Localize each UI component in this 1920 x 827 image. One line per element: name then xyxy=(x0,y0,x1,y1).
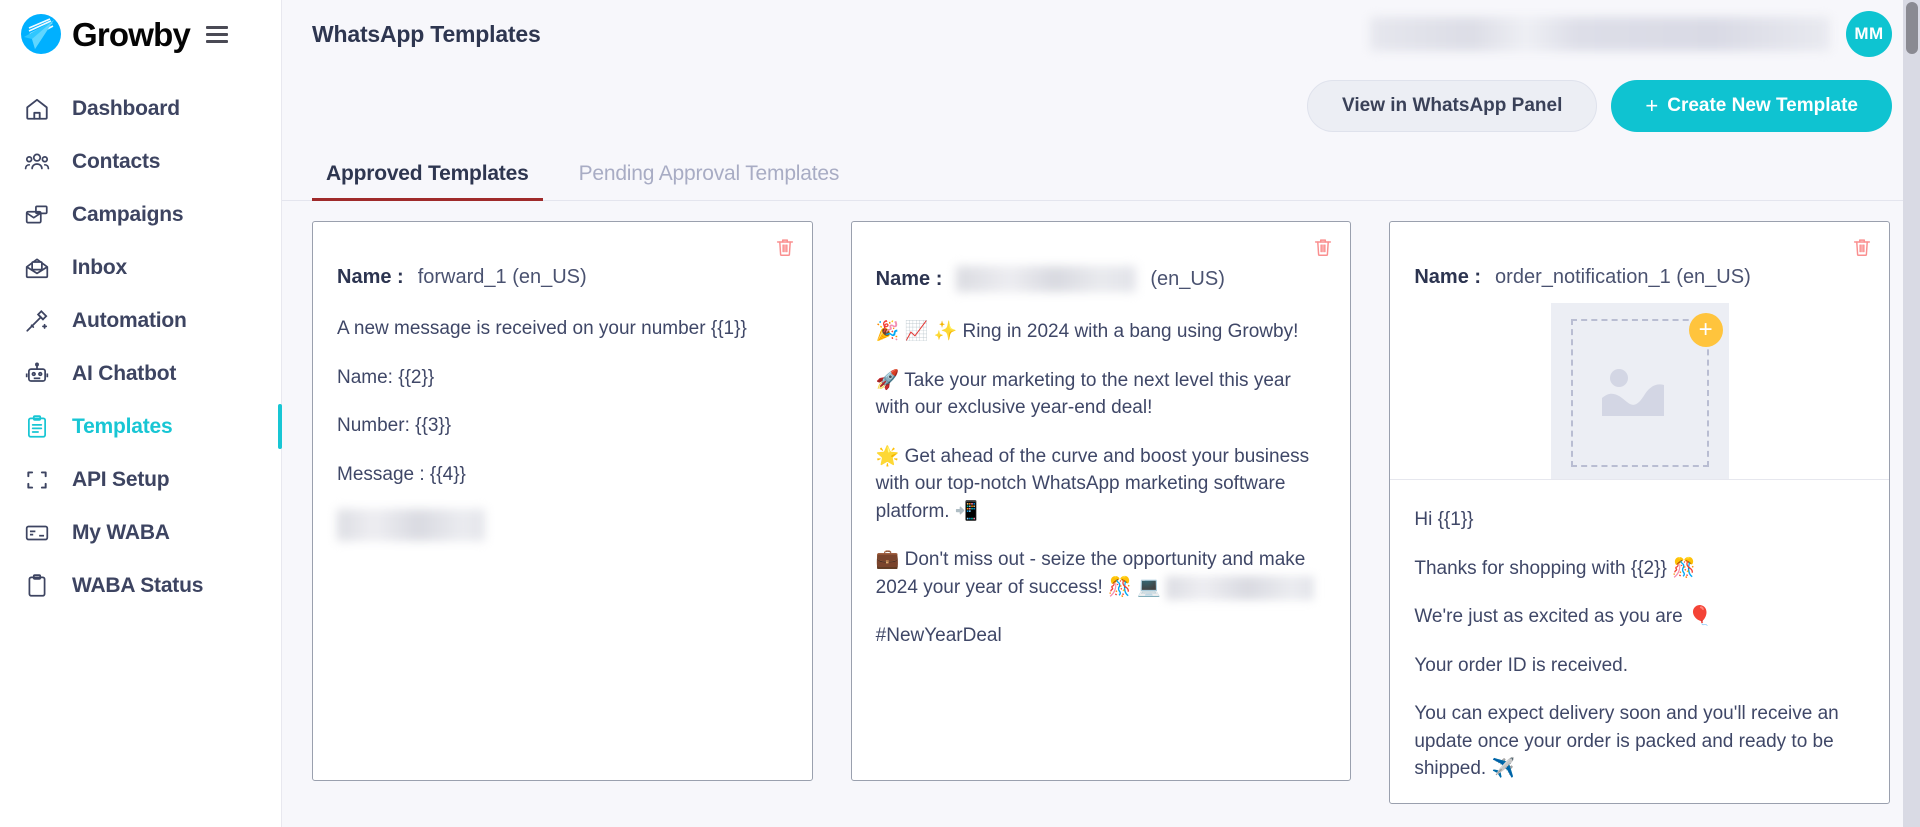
template-body-line: Message : {{4}} xyxy=(337,463,466,485)
sidebar-item-label: My WABA xyxy=(72,520,170,544)
template-name-label: Name : xyxy=(875,267,943,290)
sidebar-item-label: API Setup xyxy=(72,467,170,491)
template-card[interactable]: Name : forward_1 (en_US) A new message i… xyxy=(312,221,813,781)
inbox-icon xyxy=(22,253,52,283)
robot-icon xyxy=(22,359,52,389)
view-in-whatsapp-panel-button[interactable]: View in WhatsApp Panel xyxy=(1307,80,1598,132)
main-content: WhatsApp Templates MM View in WhatsApp P… xyxy=(282,0,1920,827)
account-info-redacted xyxy=(1370,17,1830,51)
brackets-icon xyxy=(22,465,52,495)
template-body-line: 🚀 Take your marketing to the next level … xyxy=(875,369,1291,419)
magic-wand-icon xyxy=(22,306,52,336)
create-new-template-label: Create New Template xyxy=(1667,95,1858,116)
image-placeholder-icon[interactable]: + xyxy=(1550,303,1729,479)
template-body-line: Thanks for shopping with {{2}} 🎊 xyxy=(1414,557,1696,579)
template-name-redacted xyxy=(956,266,1137,292)
template-body-line: 🎉 📈 ✨ Ring in 2024 with a bang using Gro… xyxy=(875,321,1299,342)
template-body-line: You can expect delivery soon and you'll … xyxy=(1414,703,1839,780)
sidebar: Growby Dashboard Contacts Campaigns Inbo… xyxy=(0,0,282,827)
template-name-row: Name : (en_US) xyxy=(852,222,1351,292)
template-body: 🎉 📈 ✨ Ring in 2024 with a bang using Gro… xyxy=(852,292,1351,670)
clipboard-icon xyxy=(22,412,52,442)
template-name-row: Name : order_notification_1 (en_US) xyxy=(1390,222,1889,289)
sidebar-item-label: Contacts xyxy=(72,149,161,173)
template-name-row: Name : forward_1 (en_US) xyxy=(313,222,812,289)
brand-logo-row[interactable]: Growby xyxy=(0,0,281,68)
card-icon xyxy=(22,518,52,548)
sidebar-item-label: Campaigns xyxy=(72,202,184,226)
template-media: + xyxy=(1390,289,1890,480)
sidebar-item-label: Automation xyxy=(72,308,187,332)
sidebar-item-ai-chatbot[interactable]: AI Chatbot xyxy=(0,347,281,400)
sidebar-item-templates[interactable]: Templates xyxy=(0,400,282,453)
clipboard-status-icon xyxy=(22,571,52,601)
sidebar-item-campaigns[interactable]: Campaigns xyxy=(0,188,281,241)
scrollbar-thumb[interactable] xyxy=(1906,2,1918,54)
template-body: Hi {{1}} Thanks for shopping with {{2}} … xyxy=(1390,480,1889,803)
tab-pending-approval-templates[interactable]: Pending Approval Templates xyxy=(565,154,854,200)
template-body-line: #NewYearDeal xyxy=(875,625,1002,647)
template-name-value: order_notification_1 (en_US) xyxy=(1495,266,1751,288)
template-tabs: Approved Templates Pending Approval Temp… xyxy=(282,154,1920,201)
trash-icon[interactable] xyxy=(774,236,796,258)
plus-icon: + xyxy=(1645,93,1659,118)
sidebar-item-waba-status[interactable]: WABA Status xyxy=(0,559,281,612)
page-title: WhatsApp Templates xyxy=(312,20,541,47)
template-body: A new message is received on your number… xyxy=(313,289,812,561)
template-name-value: forward_1 (en_US) xyxy=(417,266,587,288)
growby-logo-icon xyxy=(20,13,62,55)
sidebar-item-automation[interactable]: Automation xyxy=(0,294,281,347)
template-body-line: Your order ID is received. xyxy=(1414,654,1629,676)
sidebar-item-label: Dashboard xyxy=(72,96,180,120)
action-bar: View in WhatsApp Panel + Create New Temp… xyxy=(282,68,1920,132)
template-body-line: A new message is received on your number… xyxy=(337,318,747,339)
template-body-line: Number: {{3}} xyxy=(337,415,452,437)
hamburger-icon[interactable] xyxy=(206,25,229,43)
template-name-label: Name : xyxy=(337,266,404,288)
avatar[interactable]: MM xyxy=(1846,11,1892,57)
template-name-label: Name : xyxy=(1414,266,1482,288)
template-card[interactable]: Name : order_notification_1 (en_US) + Hi… xyxy=(1389,221,1891,804)
redacted-inline xyxy=(1165,575,1314,600)
template-body-line: 💼 Don't miss out - seize the opportunity… xyxy=(876,546,1327,601)
template-body-line: Name: {{2}} xyxy=(337,366,435,388)
template-body-line: Hi {{1}} xyxy=(1414,509,1474,530)
people-icon xyxy=(22,147,52,177)
trash-icon[interactable] xyxy=(1851,236,1873,258)
plus-badge-icon[interactable]: + xyxy=(1688,313,1723,347)
sidebar-item-dashboard[interactable]: Dashboard xyxy=(0,82,281,135)
topbar: WhatsApp Templates MM xyxy=(282,0,1920,68)
sidebar-item-label: Templates xyxy=(72,414,173,438)
template-body-line: 🌟 Get ahead of the curve and boost your … xyxy=(875,445,1310,522)
sidebar-item-my-waba[interactable]: My WABA xyxy=(0,506,281,559)
create-new-template-button[interactable]: + Create New Template xyxy=(1611,80,1892,132)
template-card[interactable]: Name : (en_US) 🎉 📈 ✨ Ring in 2024 with a… xyxy=(850,221,1352,781)
brand-name: Growby xyxy=(72,15,191,53)
sidebar-item-contacts[interactable]: Contacts xyxy=(0,135,281,188)
trash-icon[interactable] xyxy=(1312,236,1334,258)
sidebar-item-label: AI Chatbot xyxy=(72,361,177,385)
template-name-suffix: (en_US) xyxy=(1150,267,1225,290)
sidebar-nav: Dashboard Contacts Campaigns Inbox Autom… xyxy=(0,82,282,612)
sidebar-item-label: Inbox xyxy=(72,255,127,279)
app-root: Growby Dashboard Contacts Campaigns Inbo… xyxy=(0,0,1920,827)
sidebar-item-label: WABA Status xyxy=(72,573,204,597)
tab-approved-templates[interactable]: Approved Templates xyxy=(312,154,543,201)
page-scrollbar[interactable] xyxy=(1903,0,1920,827)
sidebar-item-api-setup[interactable]: API Setup xyxy=(0,453,281,506)
redacted-block xyxy=(337,509,485,542)
template-body-line: We're just as excited as you are 🎈 xyxy=(1414,606,1712,628)
megaphone-icon xyxy=(22,200,52,230)
template-card-grid: Name : forward_1 (en_US) A new message i… xyxy=(282,201,1920,804)
home-icon xyxy=(22,94,52,124)
sidebar-item-inbox[interactable]: Inbox xyxy=(0,241,281,294)
topbar-right: MM xyxy=(1370,11,1892,57)
